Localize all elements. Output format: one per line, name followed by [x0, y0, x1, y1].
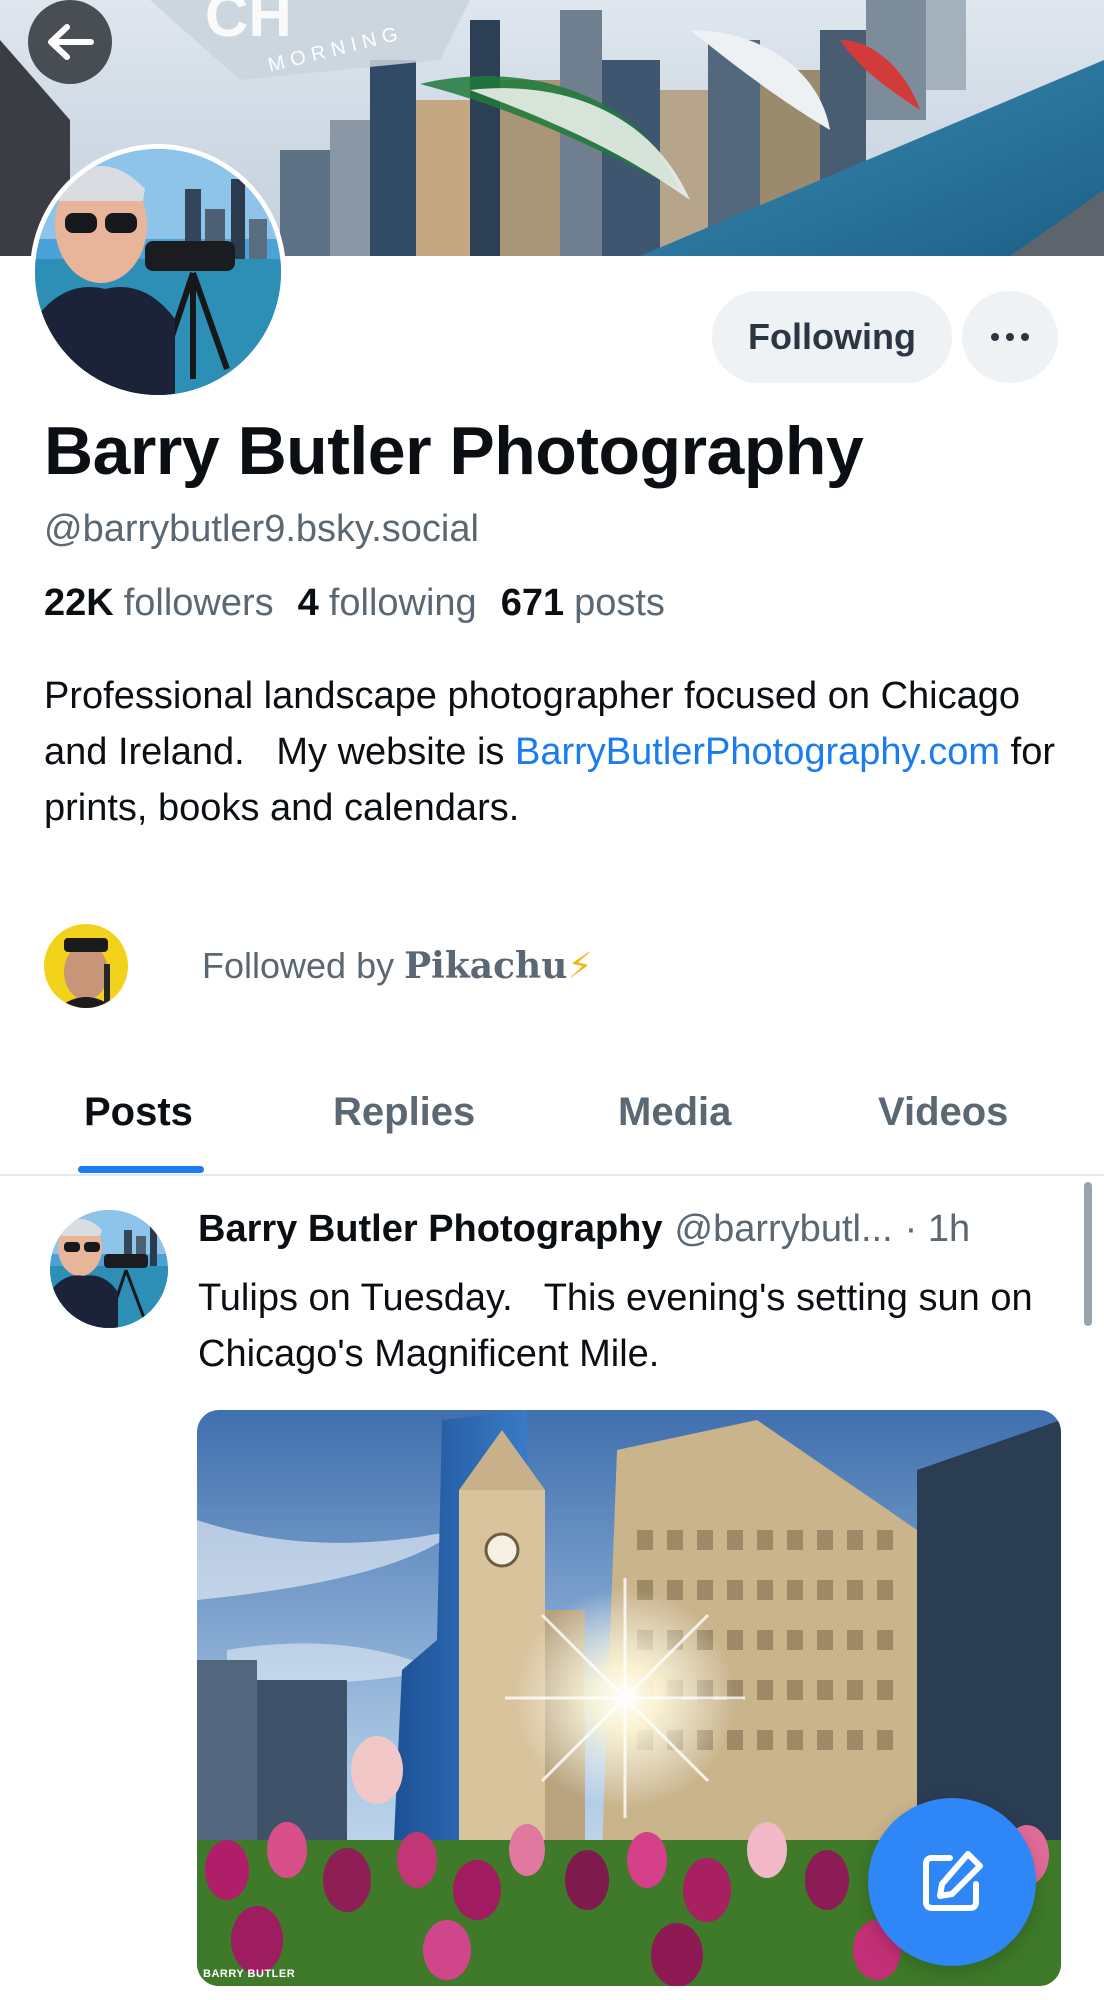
tab-replies[interactable]: Replies	[333, 1090, 475, 1135]
tab-media[interactable]: Media	[618, 1090, 731, 1135]
display-name: Barry Butler Photography	[44, 413, 864, 489]
follower-avatar	[44, 924, 128, 1008]
bio-website-link[interactable]: BarryButlerPhotography.com	[515, 731, 1000, 773]
following-count: 4	[297, 582, 319, 624]
avatar-image	[35, 149, 281, 395]
ellipsis-icon	[991, 333, 1029, 341]
followed-by-text: Followed by Pikachu⚡	[202, 945, 593, 987]
post-author-avatar[interactable]	[50, 1210, 168, 1328]
post-header: Barry Butler Photography @barrybutl... ·…	[198, 1208, 970, 1251]
profile-stats: 22K followers 4 following 671 posts	[44, 582, 665, 625]
followers-count: 22K	[44, 582, 114, 624]
active-tab-indicator	[78, 1166, 204, 1173]
posts-count: 671	[500, 582, 565, 624]
posts-stat: 671 posts	[501, 582, 665, 625]
arrow-left-icon	[48, 24, 94, 60]
post-timestamp[interactable]: · 1h	[905, 1208, 970, 1251]
profile-bio: Professional landscape photographer focu…	[44, 668, 1064, 836]
lightning-icon: ⚡	[567, 945, 593, 986]
post-author-name[interactable]: Barry Butler Photography	[198, 1208, 663, 1251]
scrollbar[interactable]	[1084, 1182, 1092, 1326]
banner-cover-text: CH	[205, 0, 292, 49]
followed-by-prefix: Followed by	[202, 945, 405, 986]
profile-avatar[interactable]	[30, 144, 286, 400]
posts-label: posts	[574, 582, 665, 624]
back-button[interactable]	[28, 0, 112, 84]
tab-videos[interactable]: Videos	[878, 1090, 1008, 1135]
post-text: Tulips on Tuesday. This evening's settin…	[198, 1277, 1044, 1375]
following-button[interactable]: Following	[712, 291, 952, 383]
followed-by-row[interactable]: Followed by Pikachu⚡	[44, 924, 593, 1008]
tab-posts[interactable]: Posts	[84, 1090, 193, 1135]
followed-by-name: Pikachu	[404, 945, 568, 987]
following-label: following	[328, 582, 477, 624]
compose-icon	[923, 1851, 983, 1911]
profile-handle: @barrybutler9.bsky.social	[44, 508, 479, 550]
more-options-button[interactable]	[962, 291, 1058, 383]
following-stat[interactable]: 4 following	[298, 582, 477, 625]
followers-stat[interactable]: 22K followers	[44, 582, 274, 625]
post-author-handle[interactable]: @barrybutl...	[675, 1208, 893, 1251]
followers-label: followers	[123, 582, 274, 624]
compose-button[interactable]	[868, 1798, 1036, 1966]
image-watermark: BARRY BUTLER	[203, 1968, 296, 1980]
profile-tabs: Posts Replies Media Videos	[0, 1068, 1104, 1176]
